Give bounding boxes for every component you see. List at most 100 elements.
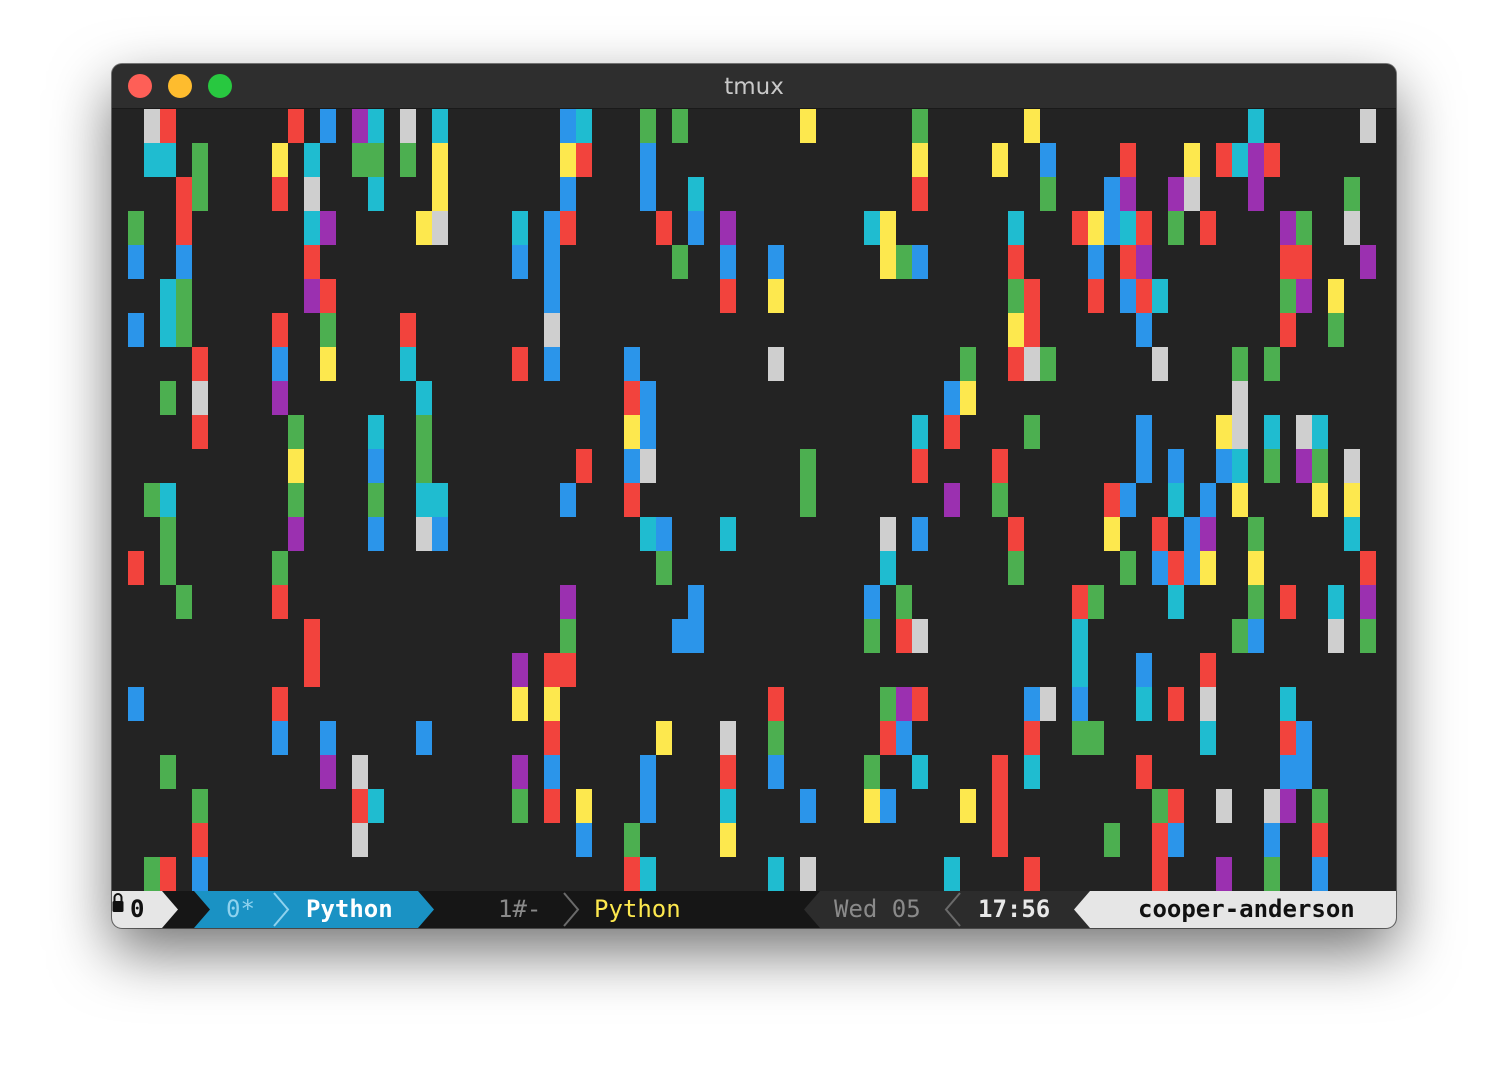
rain-glyph: [1040, 347, 1056, 381]
rain-glyph: [416, 483, 432, 517]
window-name-active[interactable]: Python: [306, 891, 393, 928]
terminal-pane[interactable]: [112, 109, 1396, 891]
rain-glyph: [1328, 619, 1344, 653]
rain-glyph: [176, 279, 192, 313]
rain-glyph: [640, 177, 656, 211]
rain-glyph: [160, 143, 176, 177]
rain-glyph: [1264, 857, 1280, 891]
rain-glyph: [320, 755, 336, 789]
rain-glyph: [1024, 721, 1040, 755]
rain-glyph: [880, 551, 896, 585]
rain-glyph: [720, 211, 736, 245]
window-name-inactive[interactable]: Python: [594, 891, 681, 928]
rain-glyph: [1008, 245, 1024, 279]
rain-glyph: [560, 483, 576, 517]
lock-icon: [112, 893, 124, 912]
rain-glyph: [1136, 211, 1152, 245]
rain-glyph: [944, 381, 960, 415]
rain-glyph: [400, 313, 416, 347]
rain-glyph: [1296, 415, 1312, 449]
rain-glyph: [1168, 483, 1184, 517]
rain-glyph: [320, 347, 336, 381]
rain-glyph: [416, 449, 432, 483]
rain-glyph: [1344, 517, 1360, 551]
rain-glyph: [1136, 449, 1152, 483]
rain-glyph: [1264, 823, 1280, 857]
rain-glyph: [1200, 517, 1216, 551]
rain-glyph: [1296, 755, 1312, 789]
rain-glyph: [624, 347, 640, 381]
rain-glyph: [512, 755, 528, 789]
rain-glyph: [1136, 279, 1152, 313]
rain-glyph: [896, 721, 912, 755]
rain-glyph: [1088, 721, 1104, 755]
rain-glyph: [272, 551, 288, 585]
rain-glyph: [416, 211, 432, 245]
rain-glyph: [1152, 279, 1168, 313]
rain-glyph: [672, 109, 688, 143]
rain-glyph: [320, 721, 336, 755]
rain-glyph: [1248, 143, 1264, 177]
rain-glyph: [912, 755, 928, 789]
rain-glyph: [560, 177, 576, 211]
rain-glyph: [320, 313, 336, 347]
rain-glyph: [1168, 687, 1184, 721]
rain-glyph: [320, 279, 336, 313]
rain-glyph: [624, 823, 640, 857]
rain-glyph: [992, 483, 1008, 517]
rain-glyph: [992, 789, 1008, 823]
rain-glyph: [1312, 789, 1328, 823]
rain-glyph: [640, 449, 656, 483]
rain-glyph: [160, 755, 176, 789]
rain-glyph: [912, 143, 928, 177]
rain-glyph: [304, 143, 320, 177]
status-host: cooper-anderson: [1138, 895, 1355, 923]
rain-glyph: [304, 279, 320, 313]
rain-glyph: [560, 143, 576, 177]
rain-glyph: [1280, 585, 1296, 619]
rain-glyph: [544, 245, 560, 279]
rain-glyph: [864, 619, 880, 653]
rain-glyph: [272, 381, 288, 415]
rain-glyph: [1280, 313, 1296, 347]
rain-glyph: [1168, 449, 1184, 483]
rain-glyph: [320, 211, 336, 245]
rain-glyph: [544, 789, 560, 823]
rain-glyph: [368, 517, 384, 551]
rain-glyph: [1008, 517, 1024, 551]
rain-glyph: [1136, 415, 1152, 449]
rain-glyph: [1344, 211, 1360, 245]
rain-glyph: [720, 823, 736, 857]
rain-glyph: [1216, 143, 1232, 177]
rain-glyph: [432, 483, 448, 517]
rain-glyph: [544, 313, 560, 347]
rain-glyph: [272, 143, 288, 177]
rain-glyph: [576, 143, 592, 177]
rain-glyph: [944, 483, 960, 517]
rain-glyph: [512, 347, 528, 381]
rain-glyph: [912, 415, 928, 449]
rain-glyph: [1168, 823, 1184, 857]
rain-glyph: [272, 347, 288, 381]
rain-glyph: [1168, 585, 1184, 619]
rain-glyph: [192, 177, 208, 211]
status-date: Wed 05: [834, 895, 921, 923]
rain-glyph: [880, 517, 896, 551]
rain-glyph: [368, 143, 384, 177]
rain-glyph: [912, 687, 928, 721]
rain-glyph: [960, 347, 976, 381]
rain-glyph: [1312, 449, 1328, 483]
rain-glyph: [1232, 449, 1248, 483]
rain-glyph: [1072, 687, 1088, 721]
window-index-inactive[interactable]: 1#-: [498, 891, 541, 928]
rain-glyph: [672, 619, 688, 653]
rain-glyph: [624, 483, 640, 517]
rain-glyph: [1216, 789, 1232, 823]
rain-glyph: [160, 551, 176, 585]
rain-glyph: [896, 687, 912, 721]
rain-glyph: [1280, 755, 1296, 789]
rain-glyph: [1232, 415, 1248, 449]
rain-glyph: [1168, 211, 1184, 245]
window-index-active[interactable]: 0*: [226, 891, 255, 928]
rain-glyph: [400, 109, 416, 143]
